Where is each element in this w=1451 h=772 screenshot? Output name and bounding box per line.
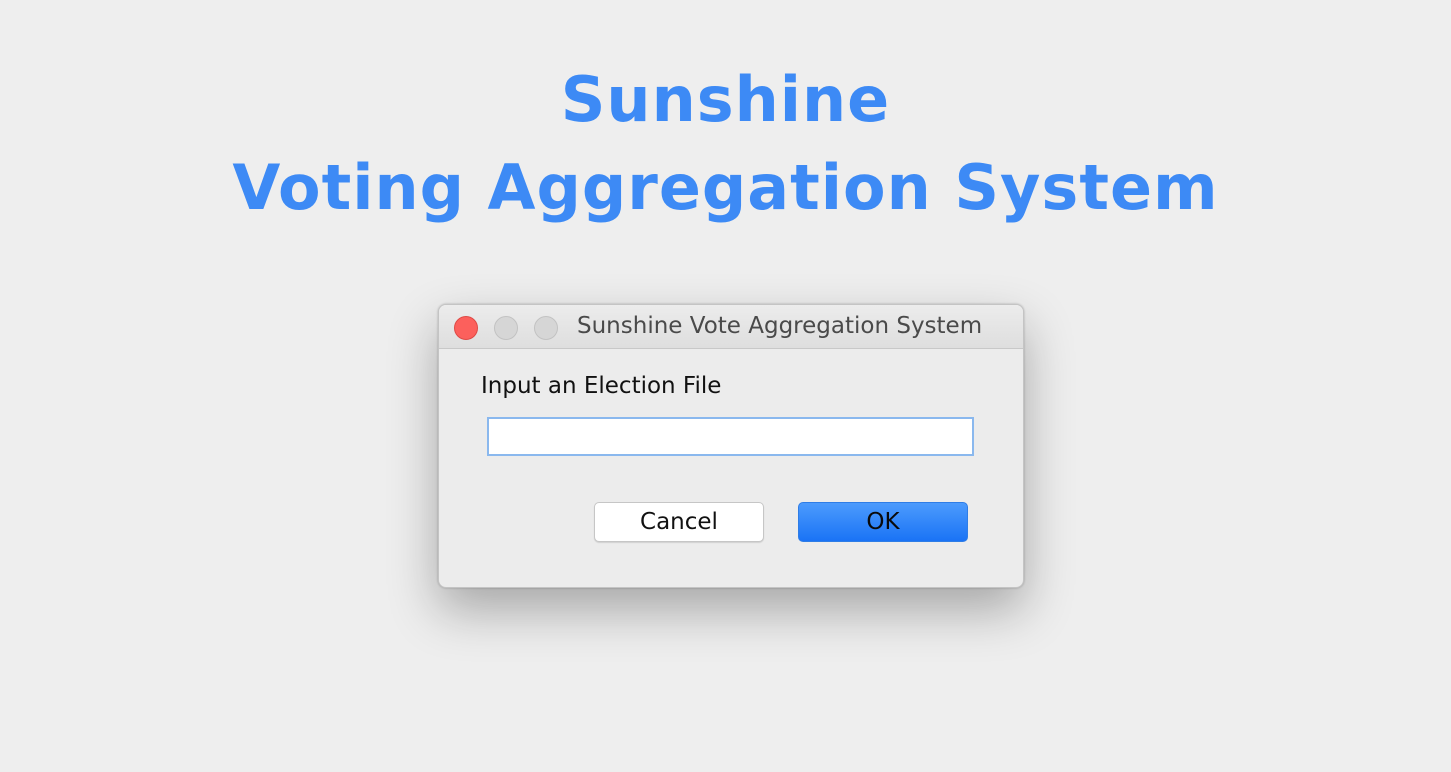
app-heading: Sunshine Voting Aggregation System bbox=[0, 56, 1451, 232]
app-background: Sunshine Voting Aggregation System Sunsh… bbox=[0, 0, 1451, 772]
close-window-icon[interactable] bbox=[454, 316, 478, 340]
input-dialog: Sunshine Vote Aggregation System Input a… bbox=[438, 304, 1024, 588]
election-file-label: Input an Election File bbox=[481, 373, 722, 399]
zoom-window-icon[interactable] bbox=[534, 316, 558, 340]
election-file-input[interactable] bbox=[487, 417, 974, 456]
app-heading-line2: Voting Aggregation System bbox=[232, 151, 1219, 224]
ok-button[interactable]: OK bbox=[798, 502, 968, 542]
cancel-button[interactable]: Cancel bbox=[594, 502, 764, 542]
minimize-window-icon[interactable] bbox=[494, 316, 518, 340]
dialog-titlebar[interactable]: Sunshine Vote Aggregation System bbox=[439, 305, 1023, 349]
app-heading-line1: Sunshine bbox=[560, 63, 891, 136]
dialog-title: Sunshine Vote Aggregation System bbox=[577, 313, 983, 339]
